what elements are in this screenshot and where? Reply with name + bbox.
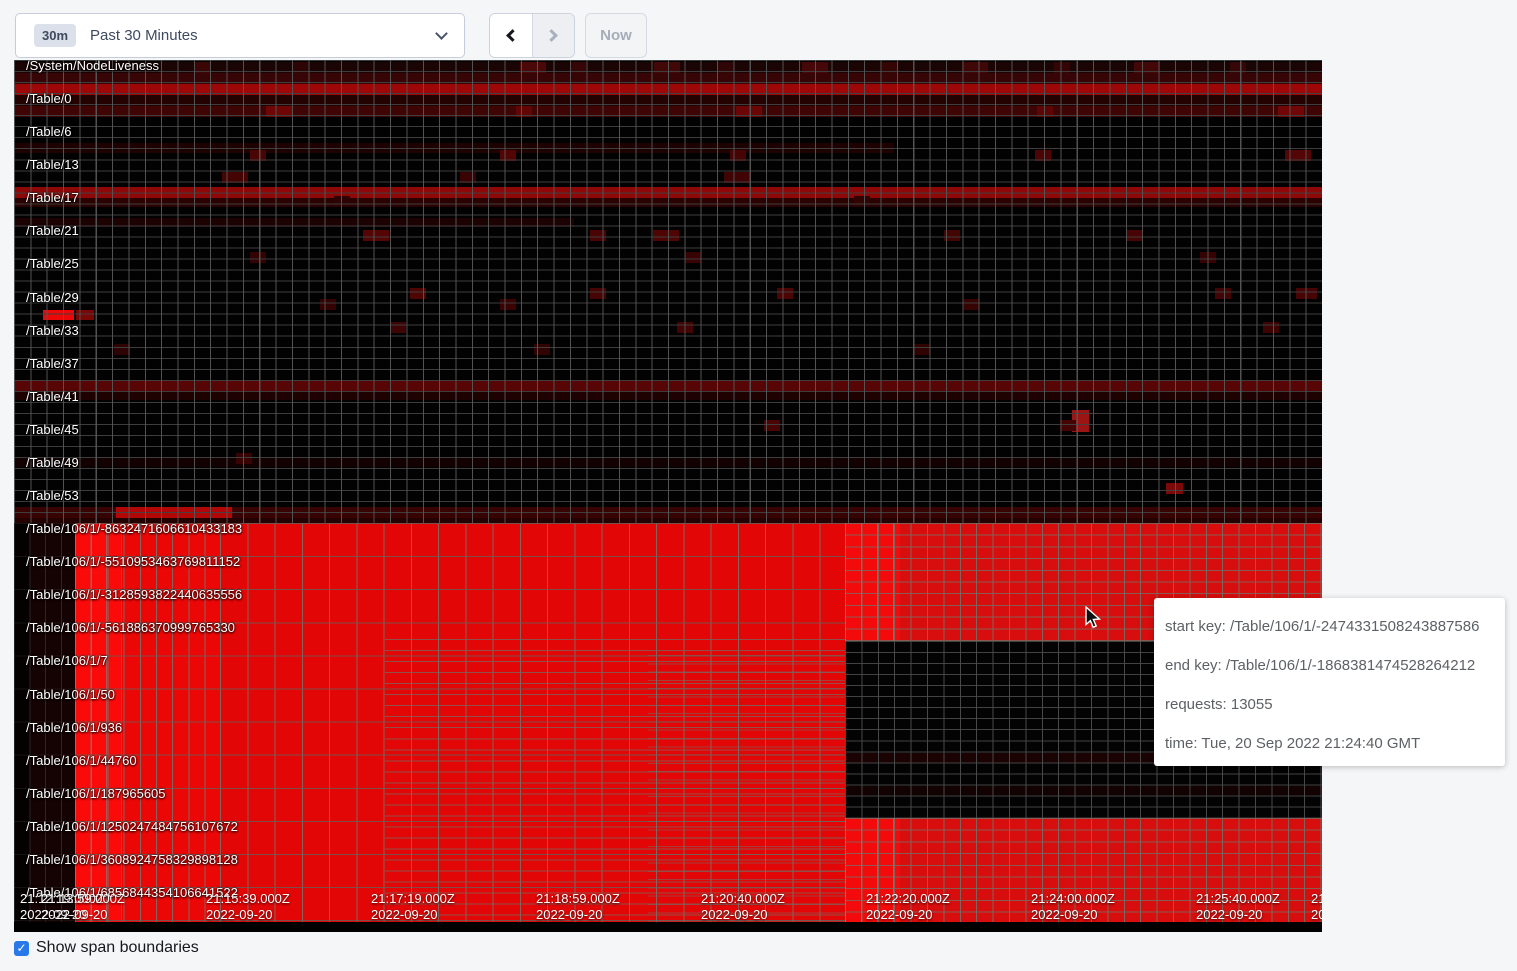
chevron-right-icon — [545, 29, 558, 42]
chevron-down-icon — [435, 27, 448, 40]
tooltip-start-key: start key: /Table/106/1/-247433150824388… — [1165, 618, 1495, 635]
toolbar: 30m Past 30 Minutes Now — [0, 0, 1517, 58]
time-window-select[interactable]: 30m Past 30 Minutes — [15, 13, 465, 58]
heatmap-grid — [648, 655, 845, 922]
pan-button-group — [489, 13, 575, 58]
tooltip-time: time: Tue, 20 Sep 2022 21:24:40 GMT — [1165, 735, 1495, 752]
heatmap-grid — [845, 818, 900, 922]
footer: ✓ Show span boundaries — [14, 939, 199, 957]
show-span-boundaries-label: Show span boundaries — [36, 939, 199, 957]
heatmap-grid — [14, 523, 75, 922]
tooltip-end-key: end key: /Table/106/1/-18683814745282642… — [1165, 657, 1495, 674]
key-visualizer-canvas[interactable]: /System/NodeLiveness/Table/0/Table/6/Tab… — [14, 60, 1322, 932]
pan-back-button[interactable] — [490, 14, 532, 57]
tooltip-requests: requests: 13055 — [1165, 696, 1495, 713]
now-button[interactable]: Now — [585, 13, 647, 58]
heatmap-grid — [14, 60, 1322, 523]
time-window-badge: 30m — [34, 24, 76, 47]
checkmark-icon: ✓ — [16, 942, 26, 954]
hover-tooltip: start key: /Table/106/1/-247433150824388… — [1154, 598, 1505, 766]
heatmap-region — [14, 922, 1322, 932]
pan-forward-button[interactable] — [532, 14, 575, 57]
show-span-boundaries-checkbox[interactable]: ✓ — [14, 941, 29, 956]
chevron-left-icon — [506, 29, 519, 42]
time-window-label: Past 30 Minutes — [90, 27, 198, 44]
heatmap-grid — [845, 818, 1322, 922]
heatmap-grid — [845, 523, 900, 641]
